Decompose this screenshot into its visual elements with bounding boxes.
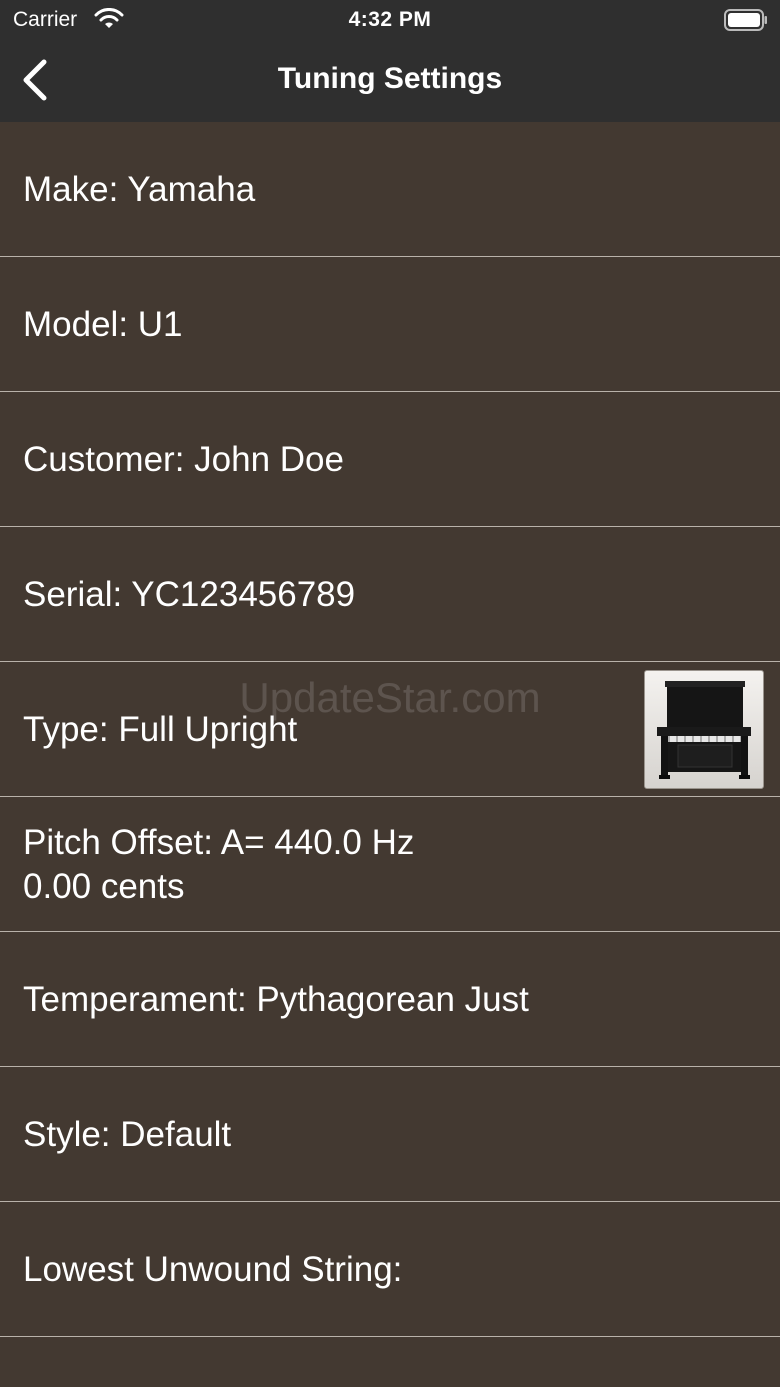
row-model-label: Model: U1: [23, 304, 183, 344]
row-type[interactable]: Type: Full Upright: [0, 662, 780, 797]
upright-piano-icon[interactable]: [644, 670, 764, 789]
row-style-label: Style: Default: [23, 1114, 232, 1154]
navigation-bar: Tuning Settings: [0, 40, 780, 122]
row-type-label: Type: Full Upright: [23, 709, 298, 749]
status-bar: Carrier 4:32 PM: [0, 0, 780, 40]
row-make-label: Make: Yamaha: [23, 169, 256, 209]
row-temperament-label: Temperament: Pythagorean Just: [23, 979, 529, 1019]
row-temperament[interactable]: Temperament: Pythagorean Just: [0, 932, 780, 1067]
row-pitch-offset[interactable]: Pitch Offset: A= 440.0 Hz 0.00 cents: [0, 797, 780, 932]
row-make[interactable]: Make: Yamaha: [0, 122, 780, 257]
row-customer[interactable]: Customer: John Doe: [0, 392, 780, 527]
row-pitch-offset-label: Pitch Offset: A= 440.0 Hz 0.00 cents: [23, 822, 415, 906]
row-customer-label: Customer: John Doe: [23, 439, 344, 479]
row-lowest-unwound-string-label: Lowest Unwound String:: [23, 1249, 403, 1289]
row-lowest-unwound-string[interactable]: Lowest Unwound String:: [0, 1202, 780, 1337]
row-serial-label: Serial: YC123456789: [23, 574, 356, 614]
clock: 4:32 PM: [348, 8, 432, 31]
battery-icon: [724, 9, 767, 31]
settings-list: Make: Yamaha Model: U1 Customer: John Do…: [0, 122, 780, 1337]
page-title: Tuning Settings: [277, 62, 503, 95]
row-style[interactable]: Style: Default: [0, 1067, 780, 1202]
row-serial[interactable]: Serial: YC123456789: [0, 527, 780, 662]
row-model[interactable]: Model: U1: [0, 257, 780, 392]
